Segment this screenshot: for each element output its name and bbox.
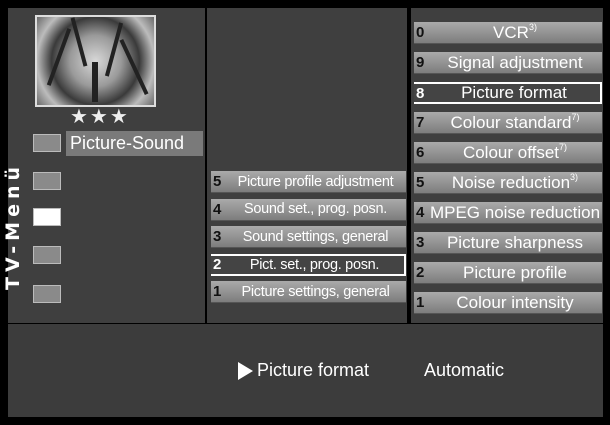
picture-menu-item-number: 9 — [416, 54, 425, 71]
menu-category-4[interactable] — [33, 246, 61, 264]
picture-menu-item-label: Colour offset7) — [428, 141, 602, 163]
sub-menu-item[interactable]: 5 Picture profile adjustment — [211, 171, 406, 193]
sub-menu-item[interactable]: 3 Sound settings, general — [211, 226, 406, 248]
sub-menu-item-number: 3 — [213, 228, 222, 245]
status-setting-label: Picture format — [257, 360, 370, 380]
play-arrow-icon — [238, 361, 253, 380]
picture-menu-item-label: Colour intensity — [428, 293, 602, 313]
sub-menu-item-label: Sound set., prog. posn. — [225, 201, 406, 217]
sub-menu-item-text: Picture settings, general — [241, 283, 390, 300]
picture-menu-item-footnote: 7) — [559, 141, 568, 152]
picture-menu-item-text: Colour intensity — [456, 292, 574, 312]
picture-menu-item-footnote: 7) — [571, 111, 580, 122]
menu-title: TV-Menü — [2, 161, 24, 290]
sub-menu-item[interactable]: 2 Pict. set., prog. posn. — [211, 253, 406, 276]
sub-menu-item[interactable]: 4 Sound set., prog. posn. — [211, 198, 406, 221]
picture-menu-item-text: VCR — [493, 22, 529, 42]
picture-menu-item-number: 5 — [416, 174, 425, 191]
picture-menu-item-number: 7 — [416, 114, 425, 131]
menu-category-3[interactable] — [33, 208, 61, 226]
picture-menu-item-text: Colour offset — [462, 142, 560, 162]
picture-menu-item-text: Noise reduction — [451, 172, 571, 192]
picture-menu-item[interactable]: 1 Colour intensity — [414, 292, 602, 314]
status-setting: Picture format — [238, 360, 369, 381]
picture-menu-item-number: 1 — [416, 294, 425, 311]
picture-menu-item[interactable]: 9 Signal adjustment — [414, 52, 602, 74]
picture-menu-item-text: Picture format — [461, 83, 567, 102]
picture-menu-item[interactable]: 4 MPEG noise reduction — [414, 202, 602, 224]
picture-menu-item-footnote: 3) — [528, 21, 537, 32]
picture-menu-item-text: Picture profile — [463, 262, 567, 282]
picture-menu-item[interactable]: 3 Picture sharpness — [414, 232, 602, 254]
picture-menu-item-label: Noise reduction3) — [428, 171, 602, 193]
menu-category-5[interactable] — [33, 285, 61, 303]
sub-menu-item-number: 5 — [213, 173, 222, 190]
rating-stars: ★★★ — [70, 106, 130, 128]
menu-category-2[interactable] — [33, 172, 61, 190]
sub-menu-item-number: 1 — [213, 283, 222, 300]
picture-menu-item-footnote: 3) — [570, 171, 579, 182]
sub-menu-item-label: Sound settings, general — [225, 229, 406, 245]
picture-menu-item-label: Picture profile — [428, 263, 602, 283]
picture-menu-item[interactable]: 2 Picture profile — [414, 262, 602, 284]
sub-menu-item-number: 4 — [213, 200, 222, 218]
sub-menu-item-label: Picture profile adjustment — [225, 174, 406, 190]
active-section-label[interactable]: Picture-Sound — [66, 131, 203, 156]
sub-menu-item-number: 2 — [213, 256, 222, 273]
picture-menu-item[interactable]: 8 Picture format — [414, 82, 602, 104]
menu-category-1[interactable] — [33, 134, 61, 152]
picture-menu-item-number: 0 — [416, 24, 425, 41]
sub-menu-item-text: Pict. set., prog. posn. — [249, 256, 380, 273]
picture-menu-item-number: 8 — [416, 84, 425, 102]
sub-menu-item-text: Sound settings, general — [242, 228, 389, 245]
status-setting-value: Automatic — [424, 360, 505, 380]
picture-menu-item-number: 6 — [416, 144, 425, 161]
picture-menu-item-number: 4 — [416, 204, 425, 221]
picture-menu-item[interactable]: 5 Noise reduction3) — [414, 172, 602, 194]
picture-menu-item-text: Picture sharpness — [446, 232, 584, 252]
sub-menu-item-text: Picture profile adjustment — [237, 173, 394, 190]
sub-menu-item-text: Sound set., prog. posn. — [243, 201, 388, 217]
sub-menu-item[interactable]: 1 Picture settings, general — [211, 281, 406, 303]
picture-menu-item[interactable]: 6 Colour offset7) — [414, 142, 602, 164]
picture-menu-item-label: Colour standard7) — [428, 111, 602, 133]
picture-menu-item-number: 3 — [416, 234, 425, 251]
picture-menu-item-label: Picture format — [428, 83, 600, 103]
middle-panel-top — [207, 8, 407, 163]
picture-menu-item-number: 2 — [416, 264, 425, 281]
picture-menu-item-label: Signal adjustment — [428, 53, 602, 73]
channel-thumbnail — [35, 15, 156, 107]
sub-menu-item-label: Picture settings, general — [225, 284, 406, 300]
picture-menu-item-text: Signal adjustment — [447, 52, 583, 72]
picture-menu-item-text: MPEG noise reduction — [429, 202, 601, 222]
picture-menu-item-label: MPEG noise reduction — [428, 203, 602, 223]
picture-menu-item-label: VCR3) — [428, 21, 602, 43]
picture-menu-item-text: Colour standard — [450, 112, 572, 132]
sub-menu-item-label: Pict. set., prog. posn. — [225, 257, 404, 273]
picture-menu-item[interactable]: 0 VCR3) — [414, 22, 602, 44]
picture-menu-item-label: Picture sharpness — [428, 233, 602, 253]
picture-menu-item[interactable]: 7 Colour standard7) — [414, 112, 602, 134]
